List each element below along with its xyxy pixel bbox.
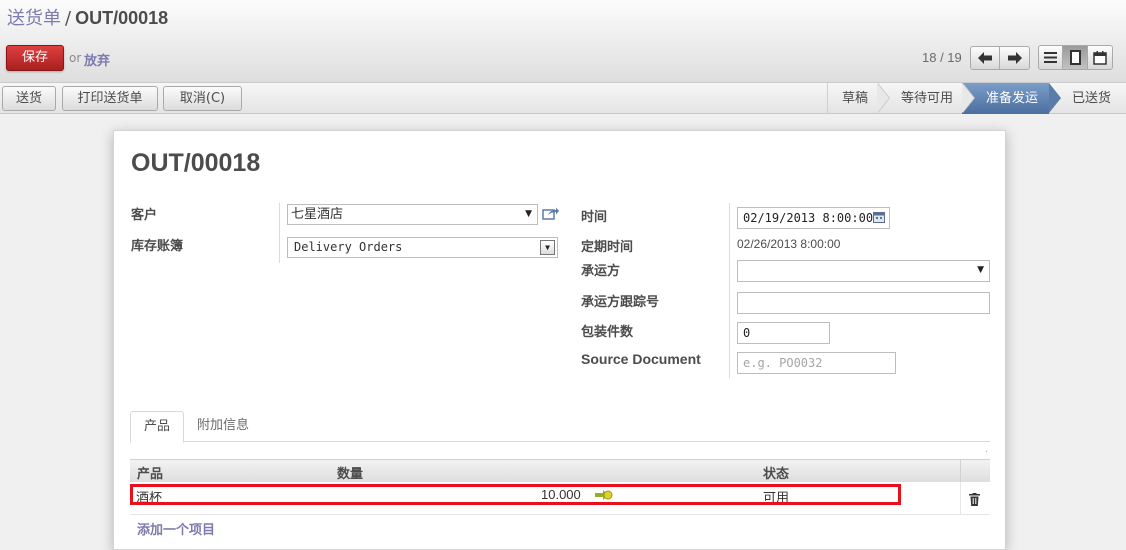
customer-value: 七星酒店 bbox=[291, 207, 344, 222]
or-text: or bbox=[69, 51, 82, 65]
dropdown-button-icon[interactable]: ▼ bbox=[540, 240, 555, 255]
stage-label: 已送货 bbox=[1072, 91, 1112, 106]
breadcrumb-separator: / bbox=[65, 8, 72, 29]
source-document-input[interactable]: e.g. PO0032 bbox=[737, 352, 896, 374]
breadcrumb: 送货单 / OUT/00018 bbox=[7, 4, 168, 30]
scheduled-date-label: 定期时间 bbox=[581, 240, 634, 255]
customer-label: 客户 bbox=[131, 208, 158, 223]
date-label: 时间 bbox=[581, 210, 608, 225]
breadcrumb-current: OUT/00018 bbox=[75, 8, 169, 28]
highlight-box bbox=[130, 484, 901, 505]
field-divider bbox=[729, 203, 730, 378]
arrow-left-icon bbox=[978, 52, 992, 64]
stage-label: 草稿 bbox=[842, 91, 869, 106]
source-document-placeholder: e.g. PO0032 bbox=[743, 356, 823, 370]
caret-down-icon: ▼ bbox=[525, 209, 532, 219]
column-divider bbox=[960, 460, 961, 483]
column-header-quantity[interactable]: 数量 bbox=[337, 463, 363, 482]
discard-button[interactable]: 放弃 bbox=[84, 50, 110, 69]
tab-additional-info[interactable]: 附加信息 bbox=[184, 411, 262, 443]
pager-buttons bbox=[970, 46, 1030, 70]
breadcrumb-parent-link[interactable]: 送货单 bbox=[7, 8, 61, 29]
journal-value: Delivery Orders bbox=[294, 240, 403, 254]
form-view-icon bbox=[1069, 50, 1081, 65]
stage-draft[interactable]: 草稿 bbox=[828, 83, 890, 114]
print-delivery-button[interactable]: 打印送货单 bbox=[62, 86, 158, 111]
view-switcher bbox=[1038, 45, 1113, 70]
table-header: 产品 数量 状态 bbox=[130, 459, 990, 483]
form-sheet: OUT/00018 客户 库存账簿 七星酒店 ▼ Delivery Orders… bbox=[113, 130, 1006, 550]
source-document-label: Source Document bbox=[581, 351, 701, 367]
calendar-view-button[interactable] bbox=[1088, 45, 1113, 70]
date-value: 02/19/2013 8:00:00 bbox=[743, 211, 874, 225]
caret-down-icon: ▼ bbox=[977, 265, 984, 275]
notebook-tabs: 产品 附加信息 bbox=[130, 411, 990, 443]
journal-label: 库存账簿 bbox=[131, 239, 184, 254]
stage-divider bbox=[962, 83, 974, 113]
list-view-icon bbox=[1044, 52, 1057, 63]
stage-progress: 草稿 等待可用 准备发运 已送货 bbox=[827, 83, 1126, 114]
tab-products[interactable]: 产品 bbox=[130, 411, 185, 443]
pager-counter: 18 / 19 bbox=[922, 50, 962, 65]
previous-record-button[interactable] bbox=[970, 46, 1000, 70]
stage-ready[interactable]: 准备发运 bbox=[962, 83, 1061, 114]
list-view-button[interactable] bbox=[1038, 45, 1063, 70]
control-panel: 送货单 / OUT/00018 保存 or 放弃 18 / 19 bbox=[0, 0, 1126, 83]
add-item-link[interactable]: 添加一个项目 bbox=[137, 519, 215, 538]
column-divider bbox=[960, 482, 961, 515]
stage-divider bbox=[877, 83, 889, 113]
stage-divider bbox=[1049, 83, 1061, 113]
calendar-picker-icon[interactable] bbox=[873, 212, 885, 223]
stage-label: 等待可用 bbox=[901, 91, 954, 106]
external-link-icon[interactable] bbox=[542, 207, 559, 220]
trash-icon[interactable] bbox=[969, 493, 980, 506]
stage-label: 准备发运 bbox=[986, 91, 1039, 106]
statusbar: 送货 打印送货单 取消(C) 草稿 等待可用 准备发运 已送货 bbox=[0, 83, 1126, 114]
form-view-button[interactable] bbox=[1063, 45, 1088, 70]
save-button[interactable]: 保存 bbox=[6, 45, 64, 71]
page-title: OUT/00018 bbox=[131, 149, 261, 177]
column-header-product[interactable]: 产品 bbox=[137, 463, 163, 482]
cancel-button[interactable]: 取消(C) bbox=[163, 86, 242, 111]
packages-input[interactable]: 0 bbox=[737, 322, 830, 344]
scheduled-date-value: 02/26/2013 8:00:00 bbox=[737, 237, 841, 251]
packages-value: 0 bbox=[743, 326, 751, 340]
next-record-button[interactable] bbox=[1000, 46, 1030, 70]
carrier-label: 承运方 bbox=[581, 264, 621, 279]
calendar-icon bbox=[1093, 50, 1107, 65]
date-field[interactable]: 02/19/2013 8:00:00 bbox=[737, 207, 890, 229]
packages-label: 包装件数 bbox=[581, 325, 634, 340]
journal-select[interactable]: Delivery Orders ▼ bbox=[287, 237, 558, 258]
column-header-status[interactable]: 状态 bbox=[763, 463, 789, 482]
tracking-ref-input[interactable] bbox=[737, 292, 990, 314]
carrier-select[interactable]: ▼ bbox=[737, 260, 990, 282]
field-divider bbox=[279, 203, 280, 263]
arrow-right-icon bbox=[1007, 52, 1022, 64]
deliver-button[interactable]: 送货 bbox=[2, 86, 56, 111]
table-corner-dot: . bbox=[985, 444, 989, 455]
customer-select[interactable]: 七星酒店 ▼ bbox=[287, 204, 538, 225]
tracking-ref-label: 承运方跟踪号 bbox=[581, 295, 660, 310]
